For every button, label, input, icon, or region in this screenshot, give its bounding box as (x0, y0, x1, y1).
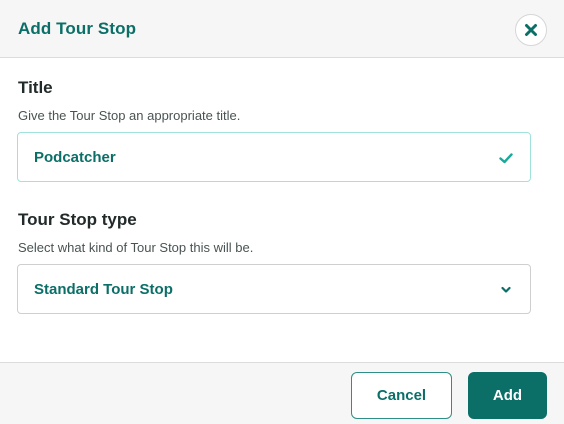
title-field-help: Give the Tour Stop an appropriate title. (18, 108, 241, 123)
dialog-title: Add Tour Stop (18, 19, 137, 38)
tour-stop-type-value[interactable]: Standard Tour Stop (34, 281, 173, 298)
cancel-button[interactable]: Cancel (351, 372, 452, 419)
title-field-label: Title (18, 78, 53, 97)
chevron-down-icon[interactable] (498, 282, 514, 298)
dialog-footer: Cancel Add (0, 362, 564, 424)
close-icon (525, 24, 537, 36)
add-tour-stop-dialog: Add Tour Stop Title Give the Tour Stop a… (0, 0, 564, 424)
close-button[interactable] (515, 14, 547, 46)
check-icon (499, 153, 513, 164)
type-field-help: Select what kind of Tour Stop this will … (18, 240, 254, 255)
title-input-value[interactable]: Podcatcher (34, 149, 116, 166)
tour-stop-type-select[interactable]: Standard Tour Stop (17, 264, 531, 314)
dialog-header: Add Tour Stop (0, 0, 564, 58)
add-button[interactable]: Add (468, 372, 547, 419)
type-field-label: Tour Stop type (18, 210, 137, 229)
title-input[interactable]: Podcatcher (17, 132, 531, 182)
